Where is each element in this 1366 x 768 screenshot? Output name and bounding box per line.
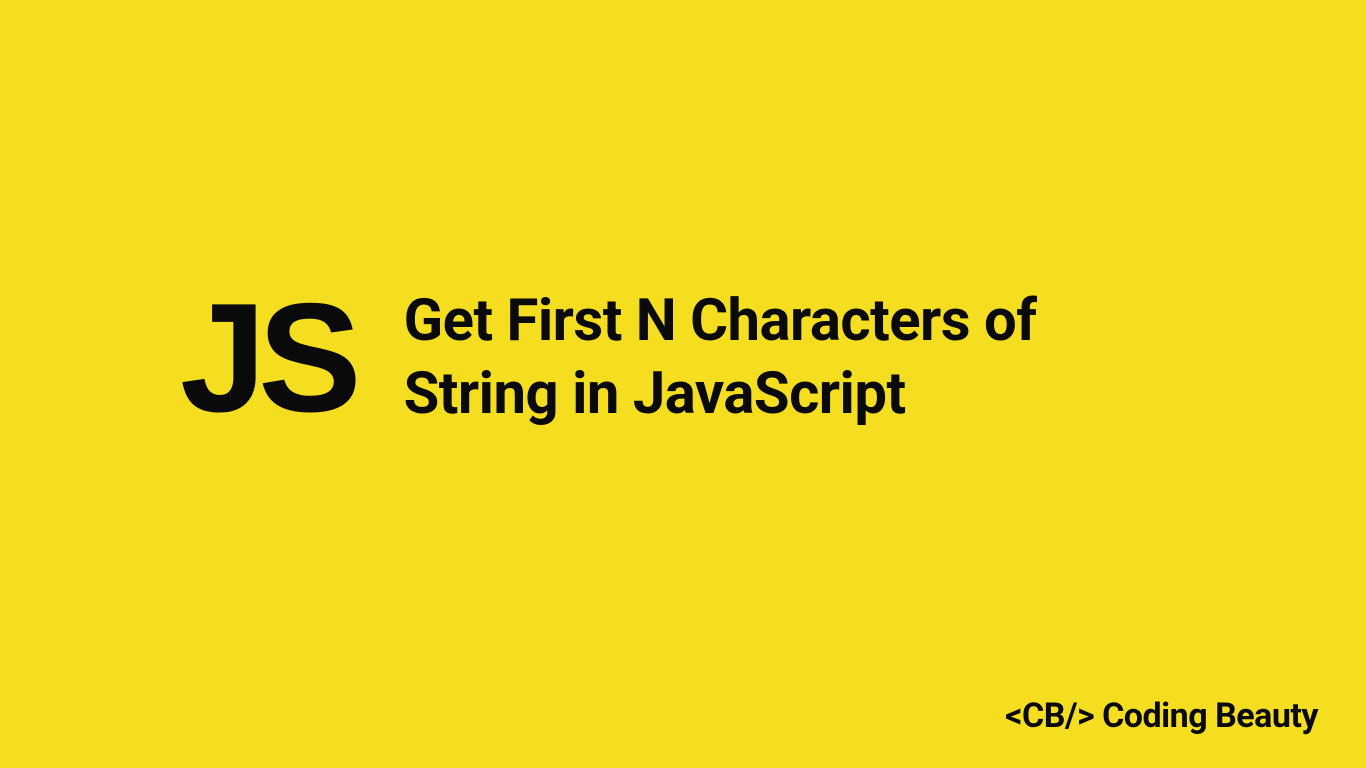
js-badge: JS: [180, 280, 354, 435]
article-title: Get First N Characters of String in Java…: [404, 285, 1037, 430]
headline-line-1: Get First N Characters of: [404, 285, 1037, 358]
main-content-row: JS Get First N Characters of String in J…: [180, 280, 1037, 435]
headline-line-2: String in JavaScript: [404, 358, 1037, 431]
brand-signature: <CB/> Coding Beauty: [1005, 696, 1318, 736]
